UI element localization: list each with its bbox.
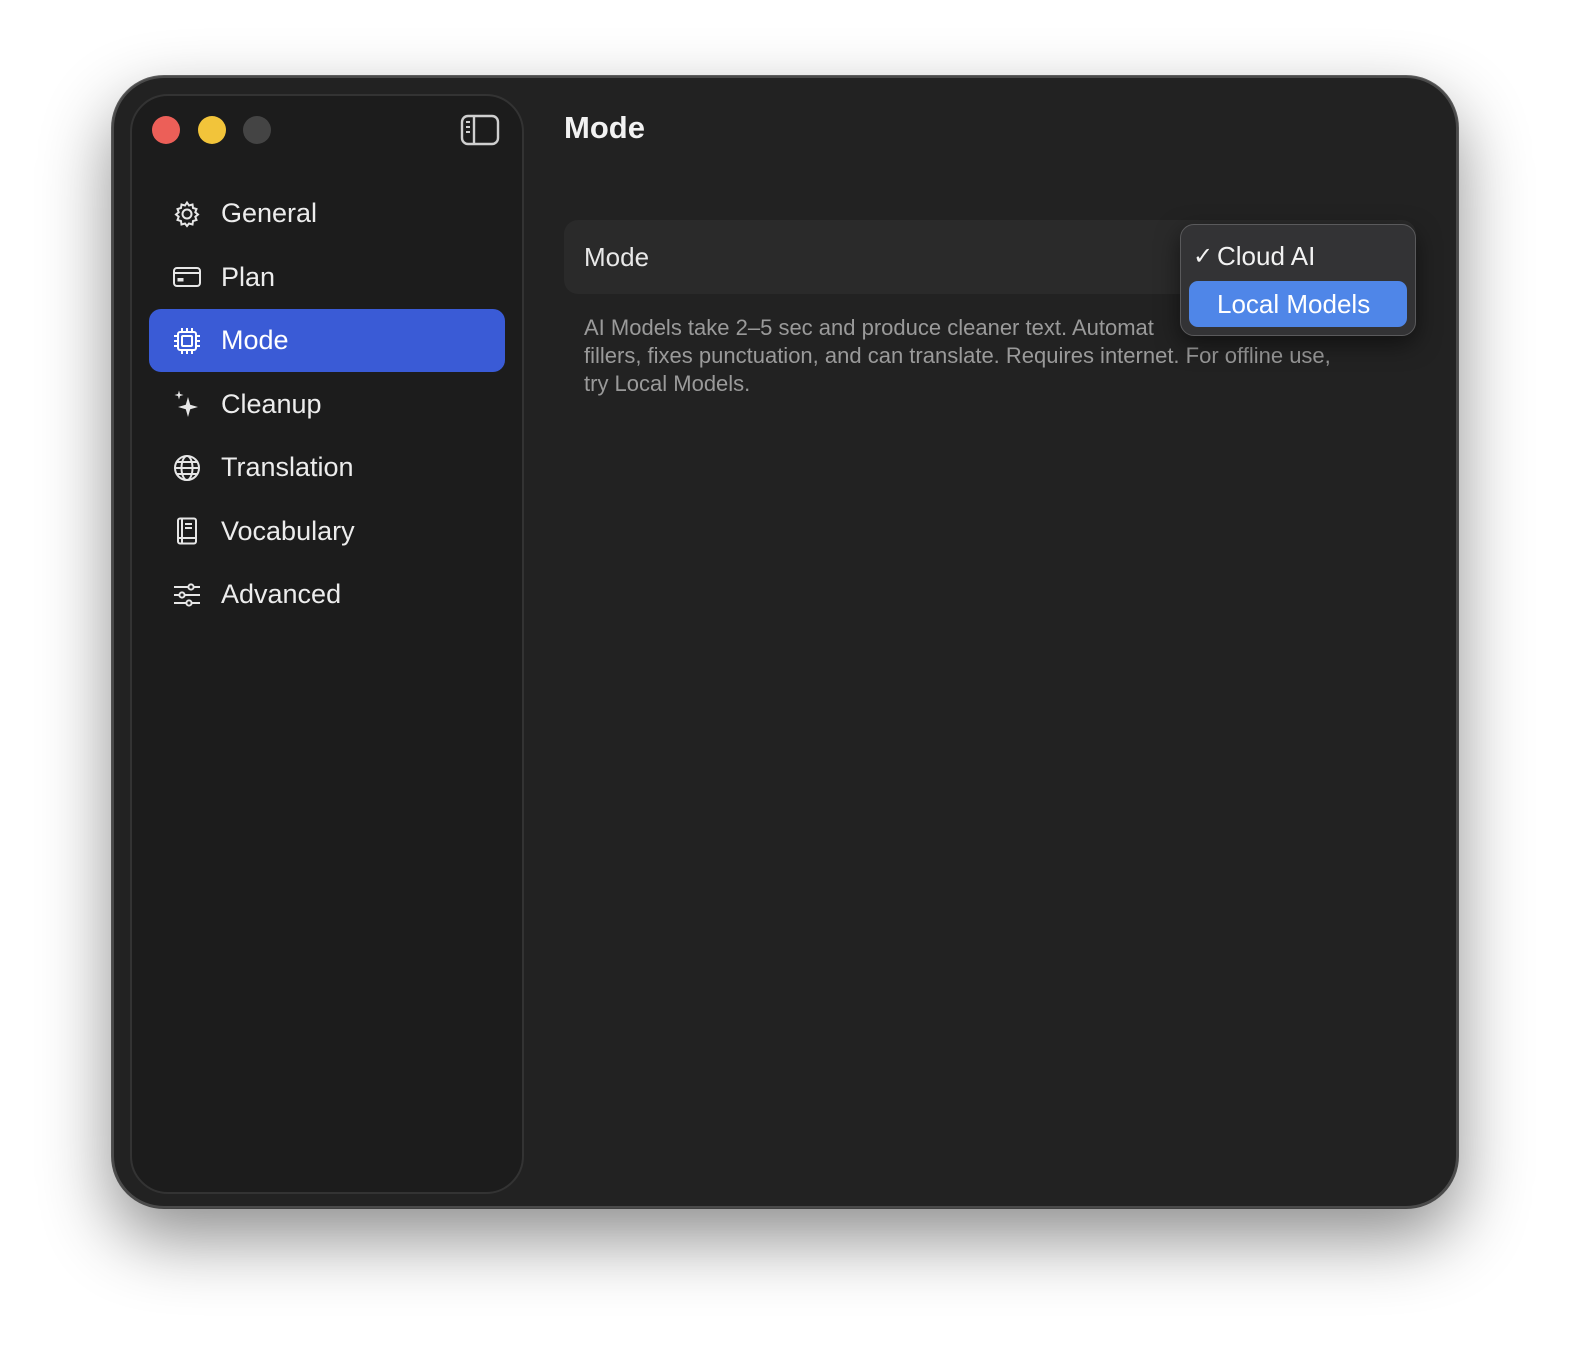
sidebar-item-cleanup[interactable]: Cleanup <box>149 373 505 436</box>
checkmark-icon: ✓ <box>1192 242 1214 270</box>
sidebar-item-label: Translation <box>221 452 354 482</box>
cpu-chip-icon <box>171 325 203 357</box>
sidebar-toggle-button[interactable] <box>460 114 500 146</box>
settings-window: General Plan Mode Cleanup Translation Vo… <box>112 76 1458 1208</box>
sidebar-item-plan[interactable]: Plan <box>149 246 505 309</box>
sliders-icon <box>171 579 203 611</box>
sidebar: General Plan Mode Cleanup Translation Vo… <box>130 94 524 1194</box>
mode-setting-label: Mode <box>584 241 650 272</box>
sidebar-nav: General Plan Mode Cleanup Translation Vo… <box>149 182 505 627</box>
page-title: Mode <box>564 110 645 145</box>
description-line: try Local Models. <box>584 371 751 396</box>
sidebar-item-label: Vocabulary <box>221 515 355 546</box>
zoom-window-button[interactable] <box>243 116 271 144</box>
dropdown-option-label: Local Models <box>1217 288 1371 319</box>
sidebar-item-label: Mode <box>221 325 289 355</box>
globe-icon <box>171 452 203 484</box>
dropdown-option-label: Cloud AI <box>1217 240 1316 271</box>
dropdown-option-cloud-ai[interactable]: ✓ Cloud AI <box>1189 233 1407 279</box>
sidebar-item-label: Cleanup <box>221 388 322 419</box>
sidebar-item-vocabulary[interactable]: Vocabulary <box>149 500 505 563</box>
sidebar-item-mode[interactable]: Mode <box>149 309 505 372</box>
sidebar-item-advanced[interactable]: Advanced <box>149 563 505 626</box>
sparkles-icon <box>171 388 203 420</box>
sidebar-toggle-icon <box>460 114 500 146</box>
sidebar-item-label: Plan <box>221 261 276 292</box>
close-window-button[interactable] <box>152 116 180 144</box>
book-icon <box>171 515 203 547</box>
minimize-window-button[interactable] <box>198 116 226 144</box>
sidebar-item-label: General <box>221 198 318 228</box>
sidebar-item-label: Advanced <box>221 579 342 609</box>
gear-icon <box>171 198 203 230</box>
credit-card-icon <box>171 261 203 293</box>
description-line: fillers, fixes punctuation, and can tran… <box>584 343 1331 368</box>
sidebar-item-translation[interactable]: Translation <box>149 436 505 499</box>
dropdown-option-local-models[interactable]: Local Models <box>1189 281 1407 327</box>
mode-dropdown-menu: ✓ Cloud AI Local Models <box>1180 224 1416 336</box>
sidebar-item-general[interactable]: General <box>149 182 505 245</box>
